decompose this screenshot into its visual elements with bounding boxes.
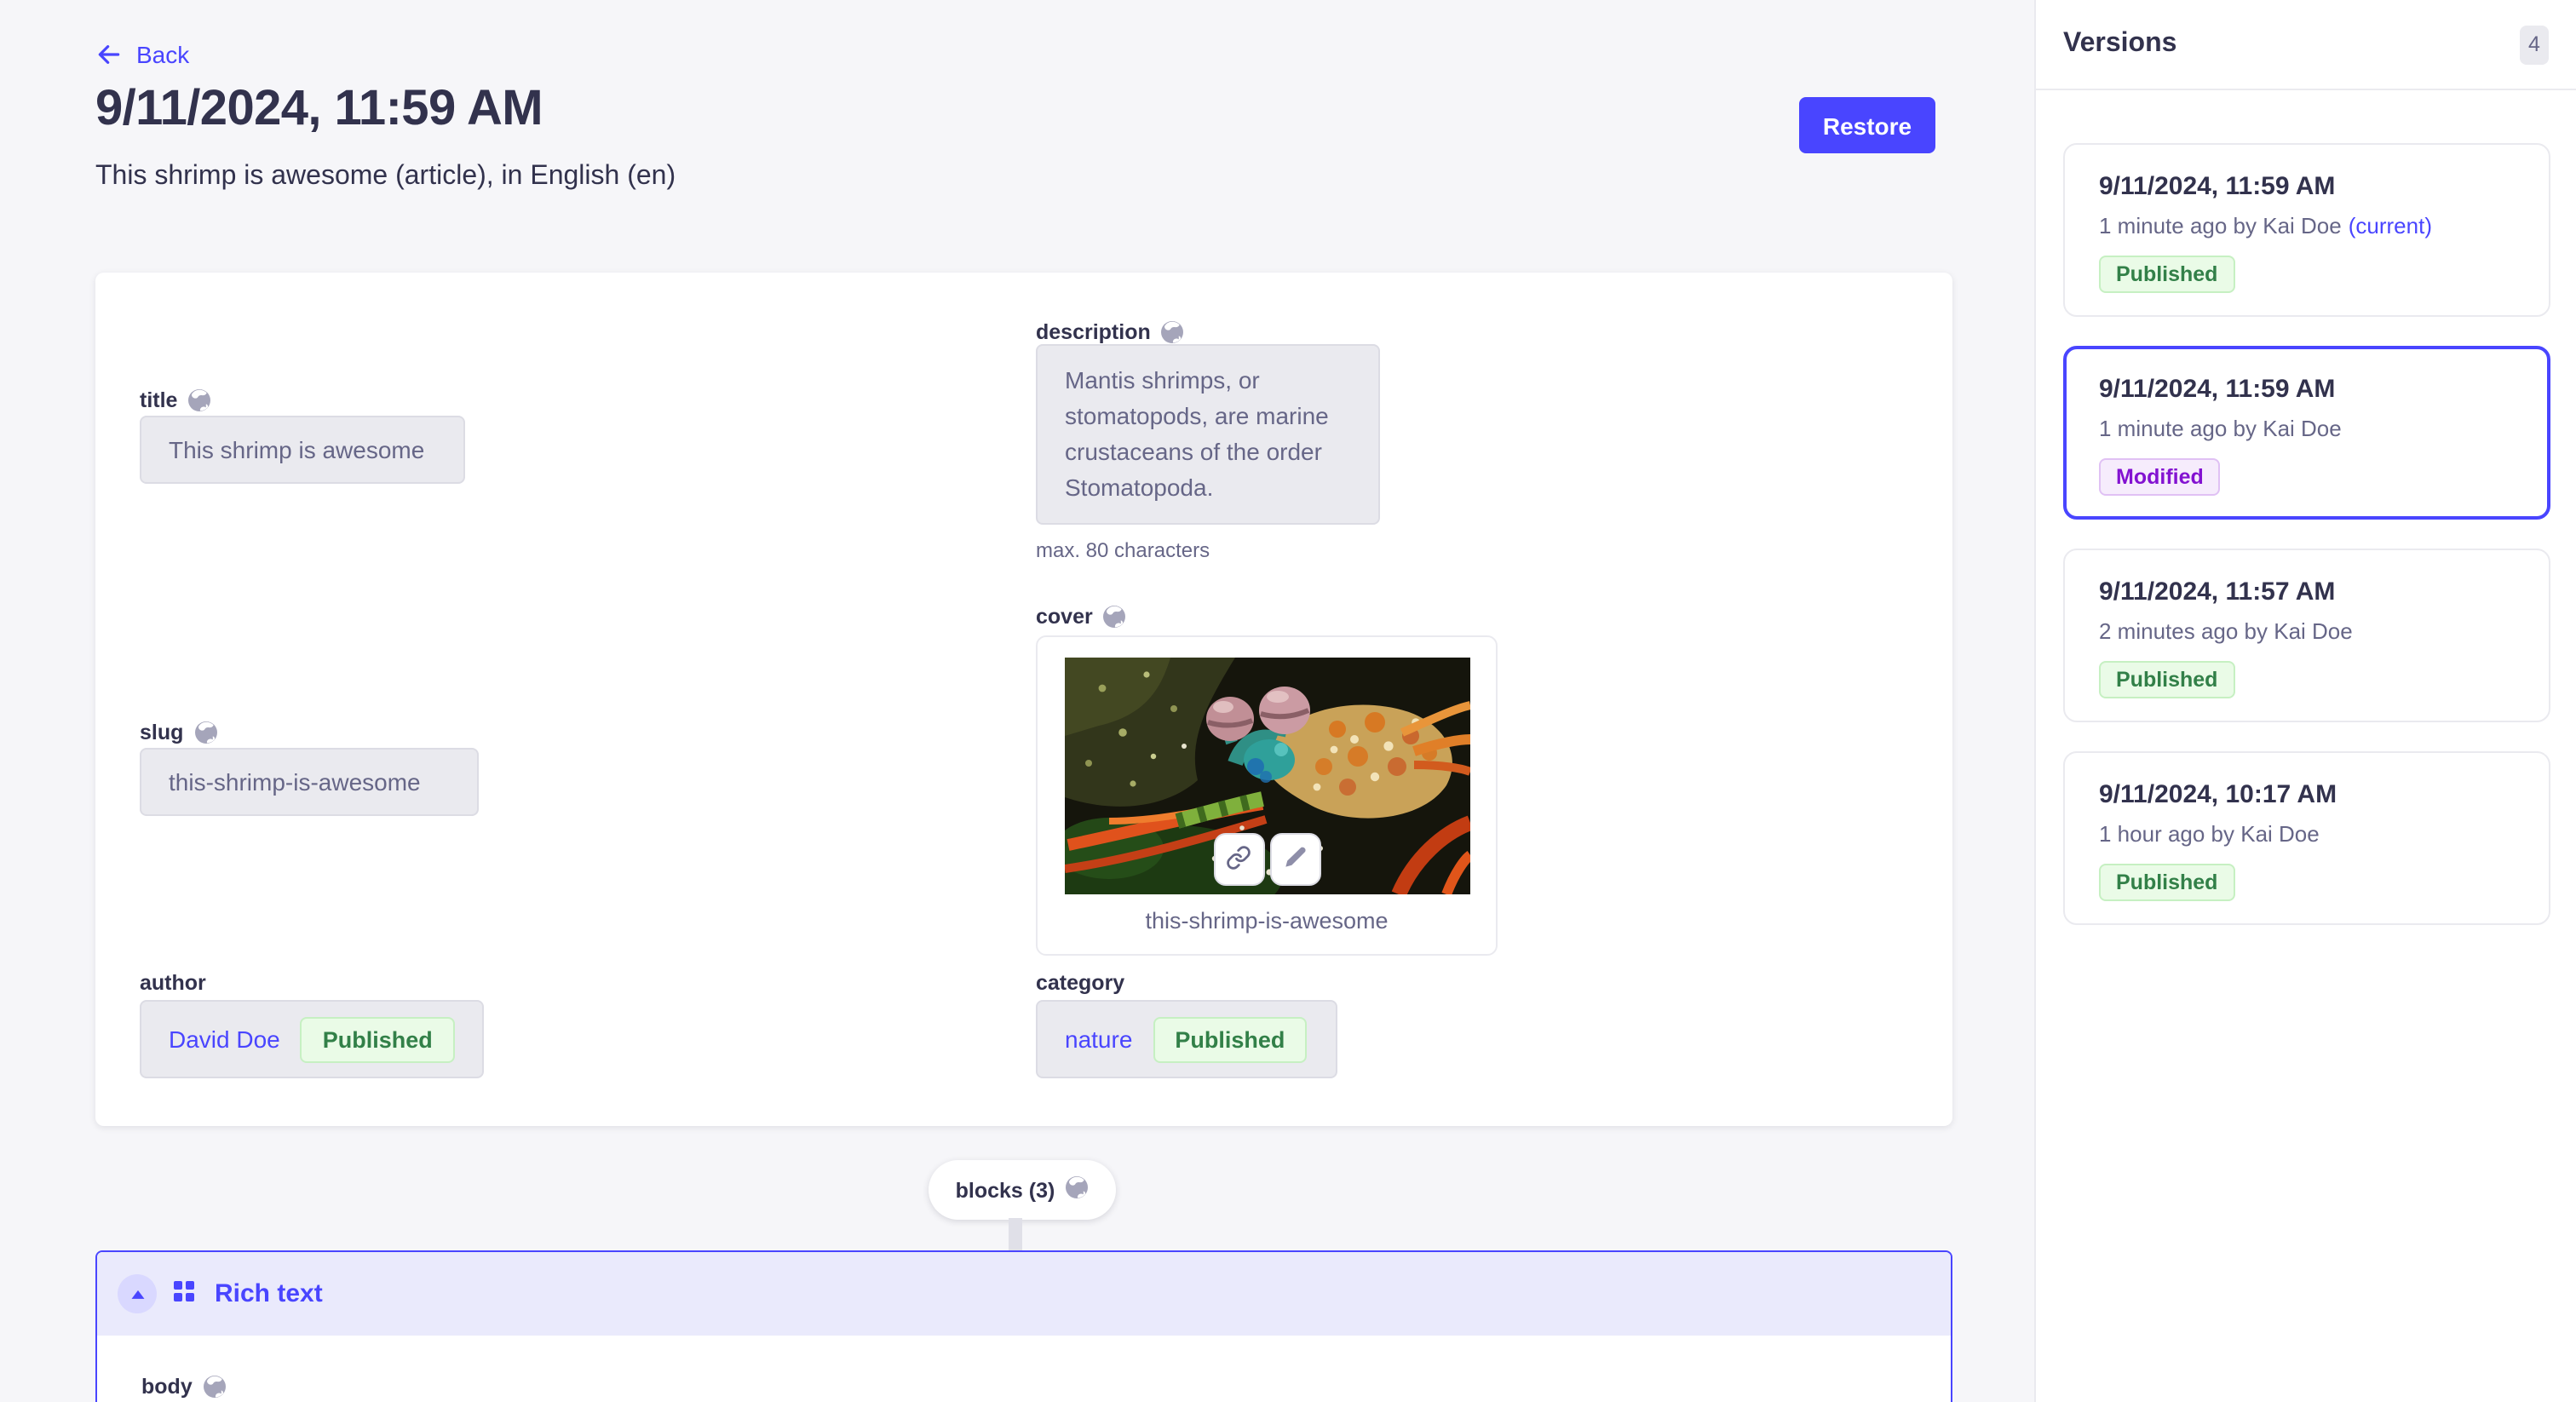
category-relation-link[interactable]: nature bbox=[1065, 1026, 1132, 1053]
cover-edit-button[interactable] bbox=[1269, 833, 1320, 886]
cover-caption: this-shrimp-is-awesome bbox=[1038, 908, 1496, 934]
globe-icon bbox=[203, 1375, 227, 1399]
version-date: 9/11/2024, 10:17 AM bbox=[2099, 780, 2515, 809]
version-card[interactable]: 9/11/2024, 11:59 AM 1 minute ago by Kai … bbox=[2063, 346, 2550, 520]
slug-label-text: slug bbox=[140, 721, 183, 744]
description-hint: max. 80 characters bbox=[1036, 538, 1210, 562]
version-date: 9/11/2024, 11:57 AM bbox=[2099, 577, 2515, 606]
category-label-text: category bbox=[1036, 971, 1124, 995]
title-field-label: title bbox=[140, 388, 211, 412]
blocks-field-pill: blocks (3) bbox=[929, 1160, 1116, 1220]
globe-icon bbox=[1065, 1175, 1089, 1199]
description-field-label: description bbox=[1036, 320, 1185, 344]
pencil-icon bbox=[1283, 845, 1307, 874]
cover-copy-link-button[interactable] bbox=[1213, 833, 1264, 886]
versions-sidebar: Versions 4 9/11/2024, 11:59 AM 1 minute … bbox=[2034, 0, 2576, 1402]
back-arrow-icon bbox=[95, 41, 123, 68]
version-meta-text: 1 minute ago by Kai Doe bbox=[2099, 416, 2342, 441]
version-status-badge: Modified bbox=[2099, 458, 2221, 496]
version-date: 9/11/2024, 11:59 AM bbox=[2099, 375, 2515, 404]
author-label-text: author bbox=[140, 971, 206, 995]
link-icon bbox=[1226, 844, 1251, 875]
description-textarea: Mantis shrimps, or stomatopods, are mari… bbox=[1036, 344, 1380, 525]
body-label-text: body bbox=[141, 1375, 193, 1399]
version-status-badge: Published bbox=[2099, 661, 2234, 698]
version-card[interactable]: 9/11/2024, 11:59 AM 1 minute ago by Kai … bbox=[2063, 143, 2550, 317]
versions-list: 9/11/2024, 11:59 AM 1 minute ago by Kai … bbox=[2063, 143, 2550, 925]
slug-field-label: slug bbox=[140, 721, 217, 744]
version-status-badge: Published bbox=[2099, 864, 2234, 901]
category-field-label: category bbox=[1036, 971, 1124, 995]
version-meta-text: 2 minutes ago by Kai Doe bbox=[2099, 618, 2353, 644]
version-meta-text: 1 minute ago by Kai Doe bbox=[2099, 213, 2342, 238]
rich-text-block-title: Rich text bbox=[215, 1279, 323, 1308]
author-field-label: author bbox=[140, 971, 206, 995]
component-grid-icon bbox=[174, 1278, 194, 1309]
globe-icon bbox=[1103, 605, 1127, 629]
version-meta: 2 minutes ago by Kai Doe bbox=[2099, 618, 2515, 644]
versions-sidebar-header: Versions 4 bbox=[2036, 0, 2576, 90]
category-status-badge: Published bbox=[1153, 1016, 1307, 1062]
collapse-toggle-button[interactable] bbox=[118, 1274, 157, 1313]
back-label: Back bbox=[136, 41, 189, 68]
author-field: David Doe Published bbox=[140, 1000, 484, 1078]
blocks-pill-label: blocks (3) bbox=[956, 1178, 1055, 1202]
title-label-text: title bbox=[140, 388, 177, 412]
category-field: nature Published bbox=[1036, 1000, 1337, 1078]
page-subtitle: This shrimp is awesome (article), in Eng… bbox=[95, 162, 676, 192]
version-history-page: Back 9/11/2024, 11:59 AM This shrimp is … bbox=[0, 0, 2576, 1402]
globe-icon bbox=[193, 721, 217, 744]
version-meta: 1 minute ago by Kai Doe (current) bbox=[2099, 213, 2515, 238]
cover-field-label: cover bbox=[1036, 605, 1127, 629]
page-title: 9/11/2024, 11:59 AM bbox=[95, 82, 543, 138]
version-meta: 1 minute ago by Kai Doe bbox=[2099, 416, 2515, 441]
rich-text-block: Rich text body bbox=[95, 1250, 1952, 1402]
version-date: 9/11/2024, 11:59 AM bbox=[2099, 172, 2515, 201]
chevron-up-icon bbox=[129, 1281, 146, 1307]
cover-actions bbox=[1213, 833, 1320, 886]
version-meta-text: 1 hour ago by Kai Doe bbox=[2099, 821, 2320, 847]
author-status-badge: Published bbox=[301, 1016, 455, 1062]
globe-icon bbox=[1161, 320, 1185, 344]
rich-text-block-header: Rich text bbox=[97, 1252, 1951, 1336]
version-meta: 1 hour ago by Kai Doe bbox=[2099, 821, 2515, 847]
back-link[interactable]: Back bbox=[95, 41, 189, 68]
version-card[interactable]: 9/11/2024, 11:57 AM 2 minutes ago by Kai… bbox=[2063, 549, 2550, 722]
slug-input: this-shrimp-is-awesome bbox=[140, 748, 479, 816]
version-status-badge: Published bbox=[2099, 256, 2234, 293]
body-field-label: body bbox=[141, 1375, 227, 1399]
version-card[interactable]: 9/11/2024, 10:17 AM 1 hour ago by Kai Do… bbox=[2063, 751, 2550, 925]
restore-button[interactable]: Restore bbox=[1799, 97, 1935, 153]
globe-icon bbox=[187, 388, 211, 412]
version-current-tag: (current) bbox=[2349, 213, 2432, 238]
title-input: This shrimp is awesome bbox=[140, 416, 465, 484]
form-panel bbox=[95, 273, 1952, 1126]
blocks-connector bbox=[1009, 1218, 1022, 1252]
cover-card: this-shrimp-is-awesome bbox=[1036, 635, 1498, 956]
author-relation-link[interactable]: David Doe bbox=[169, 1026, 280, 1053]
versions-count-badge: 4 bbox=[2520, 25, 2549, 64]
cover-label-text: cover bbox=[1036, 605, 1093, 629]
versions-title: Versions bbox=[2063, 29, 2176, 60]
description-label-text: description bbox=[1036, 320, 1151, 344]
